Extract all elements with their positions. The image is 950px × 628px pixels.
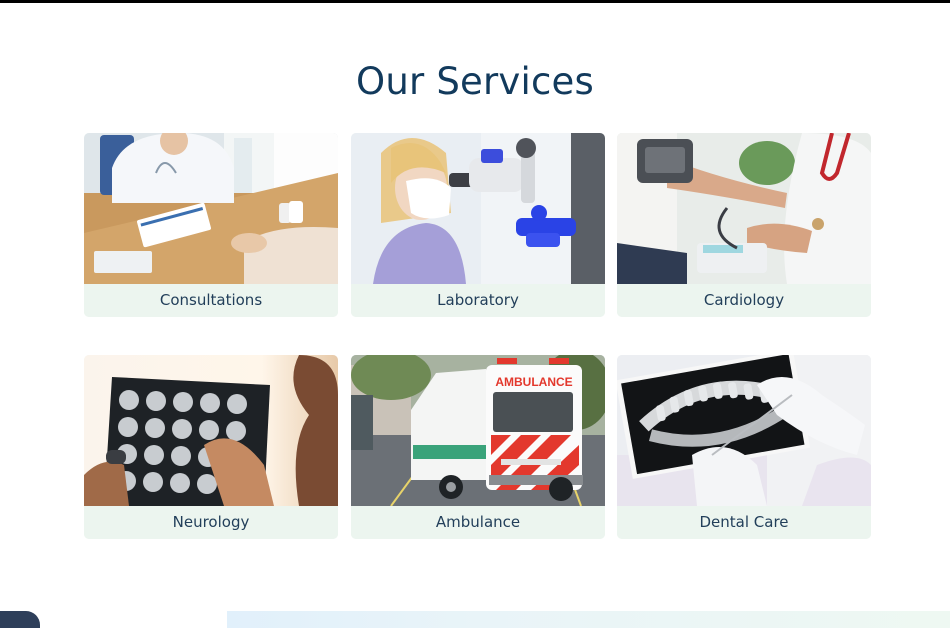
cardiology-photo xyxy=(617,133,871,284)
service-card-dental-care[interactable]: Dental Care xyxy=(617,355,871,539)
ambulance-photo: AMBULANCE xyxy=(351,355,605,506)
ambulance-image: AMBULANCE xyxy=(351,355,605,506)
service-card-cardiology[interactable]: Cardiology xyxy=(617,133,871,317)
consultation-photo xyxy=(84,133,338,284)
service-label: Neurology xyxy=(84,506,338,539)
person-image-edge xyxy=(0,611,40,628)
top-border xyxy=(0,0,950,3)
service-card-laboratory[interactable]: Laboratory xyxy=(351,133,605,317)
lab-microscope-image xyxy=(351,133,605,284)
brain-scan-image xyxy=(84,355,338,506)
service-label: Laboratory xyxy=(351,284,605,317)
ambulance-vehicle-text: AMBULANCE xyxy=(495,375,572,389)
doctor-consultation-image xyxy=(84,133,338,284)
service-label: Cardiology xyxy=(617,284,871,317)
service-label: Ambulance xyxy=(351,506,605,539)
dental-photo xyxy=(617,355,871,506)
neurology-photo xyxy=(84,355,338,506)
service-card-neurology[interactable]: Neurology xyxy=(84,355,338,539)
dental-xray-image xyxy=(617,355,871,506)
next-section-preview xyxy=(0,611,950,628)
blood-pressure-image xyxy=(617,133,871,284)
section-title: Our Services xyxy=(356,60,594,103)
service-label: Consultations xyxy=(84,284,338,317)
service-card-ambulance[interactable]: AMBULANCE Ambulance xyxy=(351,355,605,539)
laboratory-photo xyxy=(351,133,605,284)
gradient-banner-edge xyxy=(227,611,950,628)
service-card-consultations[interactable]: Consultations xyxy=(84,133,338,317)
service-label: Dental Care xyxy=(617,506,871,539)
